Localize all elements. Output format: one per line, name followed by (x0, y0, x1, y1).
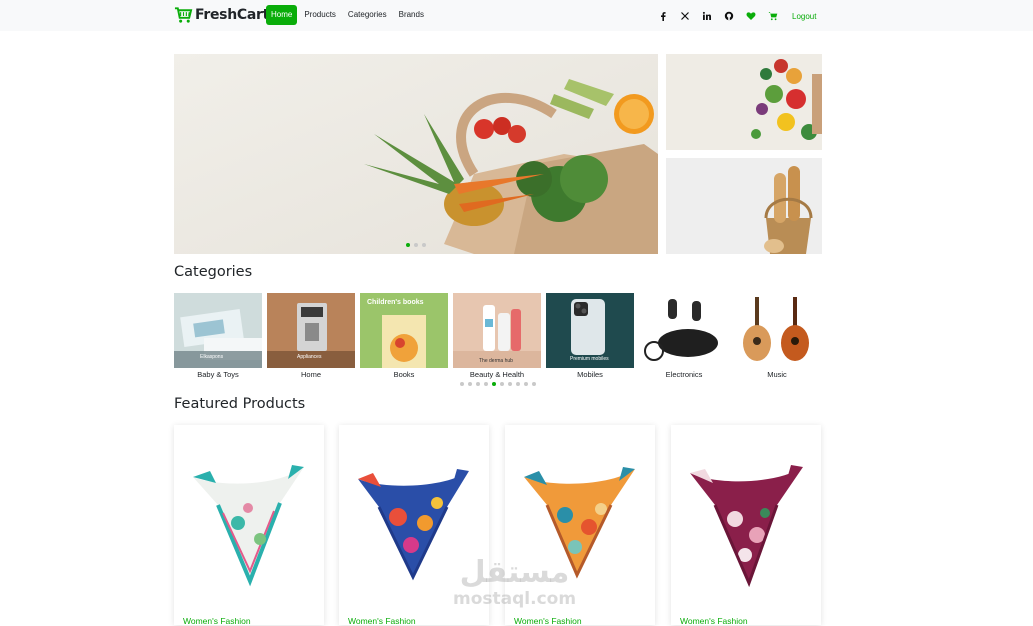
category-dot[interactable] (524, 382, 528, 386)
category-label: Electronics (665, 370, 703, 379)
product-category: Women's Fashion (514, 616, 582, 626)
category-image-caption: Appliances (297, 354, 322, 360)
category-dot[interactable] (484, 382, 488, 386)
hero-side-banner-vegetables (666, 54, 822, 150)
category-image: Premium mobiles (546, 293, 634, 368)
category-label: Beauty & Health (469, 370, 525, 379)
watermark-latin: mostaql.com (453, 589, 577, 609)
category-books[interactable]: Children's books Books (360, 293, 448, 379)
category-dot[interactable] (516, 382, 520, 386)
x-twitter-icon[interactable] (678, 9, 692, 23)
nav-products[interactable]: Products (299, 5, 341, 25)
category-image-caption: Children's books (367, 299, 424, 306)
category-dot[interactable] (476, 382, 480, 386)
hero-side-banner-bread (666, 158, 822, 254)
category-home[interactable]: Appliances Home (267, 293, 355, 379)
category-image: The derma hub (453, 293, 541, 368)
category-electronics[interactable]: Electronics (640, 293, 728, 379)
hero-slider-dots (406, 243, 426, 247)
category-image: Elkaspons (174, 293, 262, 368)
scarf-image (193, 465, 304, 587)
brand-name: FreshCart (195, 7, 269, 23)
hero-dot[interactable] (414, 243, 418, 247)
category-image (733, 293, 821, 368)
featured-products-title: Featured Products (174, 396, 306, 412)
category-image: Children's books (360, 293, 448, 368)
grocery-bag-image (174, 54, 658, 254)
category-image-caption: The derma hub (479, 358, 513, 364)
product-category: Women's Fashion (348, 616, 416, 626)
category-dot[interactable] (500, 382, 504, 386)
category-image: Appliances (267, 293, 355, 368)
category-mobiles[interactable]: Premium mobiles Mobiles (546, 293, 634, 379)
categories-title: Categories (174, 264, 253, 280)
vegetables-image (666, 54, 822, 150)
product-card[interactable]: Women's Fashion (671, 425, 821, 626)
product-category: Women's Fashion (680, 616, 748, 626)
category-baby-toys[interactable]: Elkaspons Baby & Toys (174, 293, 262, 379)
product-category: Women's Fashion (183, 616, 251, 626)
hero-slider[interactable] (174, 54, 658, 254)
brand[interactable]: FreshCart (174, 6, 269, 24)
hero-dot[interactable] (422, 243, 426, 247)
nav-brands[interactable]: Brands (394, 5, 429, 25)
heart-icon[interactable] (744, 9, 758, 23)
category-label: Baby & Toys (197, 370, 239, 379)
cart-logo-icon (174, 7, 193, 23)
category-dot[interactable] (460, 382, 464, 386)
category-label: Home (300, 370, 321, 379)
navbar: FreshCart Home Products Categories Brand… (0, 0, 1033, 31)
category-image-caption: Premium mobiles (570, 356, 609, 362)
categories-slider-dots (460, 382, 536, 386)
logout-link[interactable]: Logout (792, 12, 816, 21)
main-nav: Home Products Categories Brands (266, 5, 431, 25)
category-image (640, 293, 728, 368)
category-music[interactable]: Music (733, 293, 821, 379)
category-label: Music (767, 370, 787, 379)
category-dot[interactable] (468, 382, 472, 386)
category-image-caption: Elkaspons (200, 354, 224, 360)
scarf-image (690, 465, 803, 588)
category-dot[interactable] (532, 382, 536, 386)
facebook-icon[interactable] (656, 9, 670, 23)
nav-categories[interactable]: Categories (343, 5, 392, 25)
hero-dot[interactable] (406, 243, 410, 247)
category-dot[interactable] (492, 382, 496, 386)
bread-basket-image (666, 158, 822, 254)
cart-icon[interactable] (766, 9, 780, 23)
nav-home[interactable]: Home (266, 5, 298, 25)
category-label: Books (393, 370, 415, 379)
github-icon[interactable] (722, 9, 736, 23)
category-label: Mobiles (577, 370, 603, 379)
category-beauty-health[interactable]: The derma hub Beauty & Health (453, 293, 541, 379)
product-card[interactable]: Women's Fashion (174, 425, 324, 626)
nav-right: Logout (656, 9, 816, 23)
linkedin-icon[interactable] (700, 9, 714, 23)
category-dot[interactable] (508, 382, 512, 386)
watermark-arabic: مستقل (459, 555, 570, 590)
watermark: مستقل mostaql.com (453, 555, 577, 609)
